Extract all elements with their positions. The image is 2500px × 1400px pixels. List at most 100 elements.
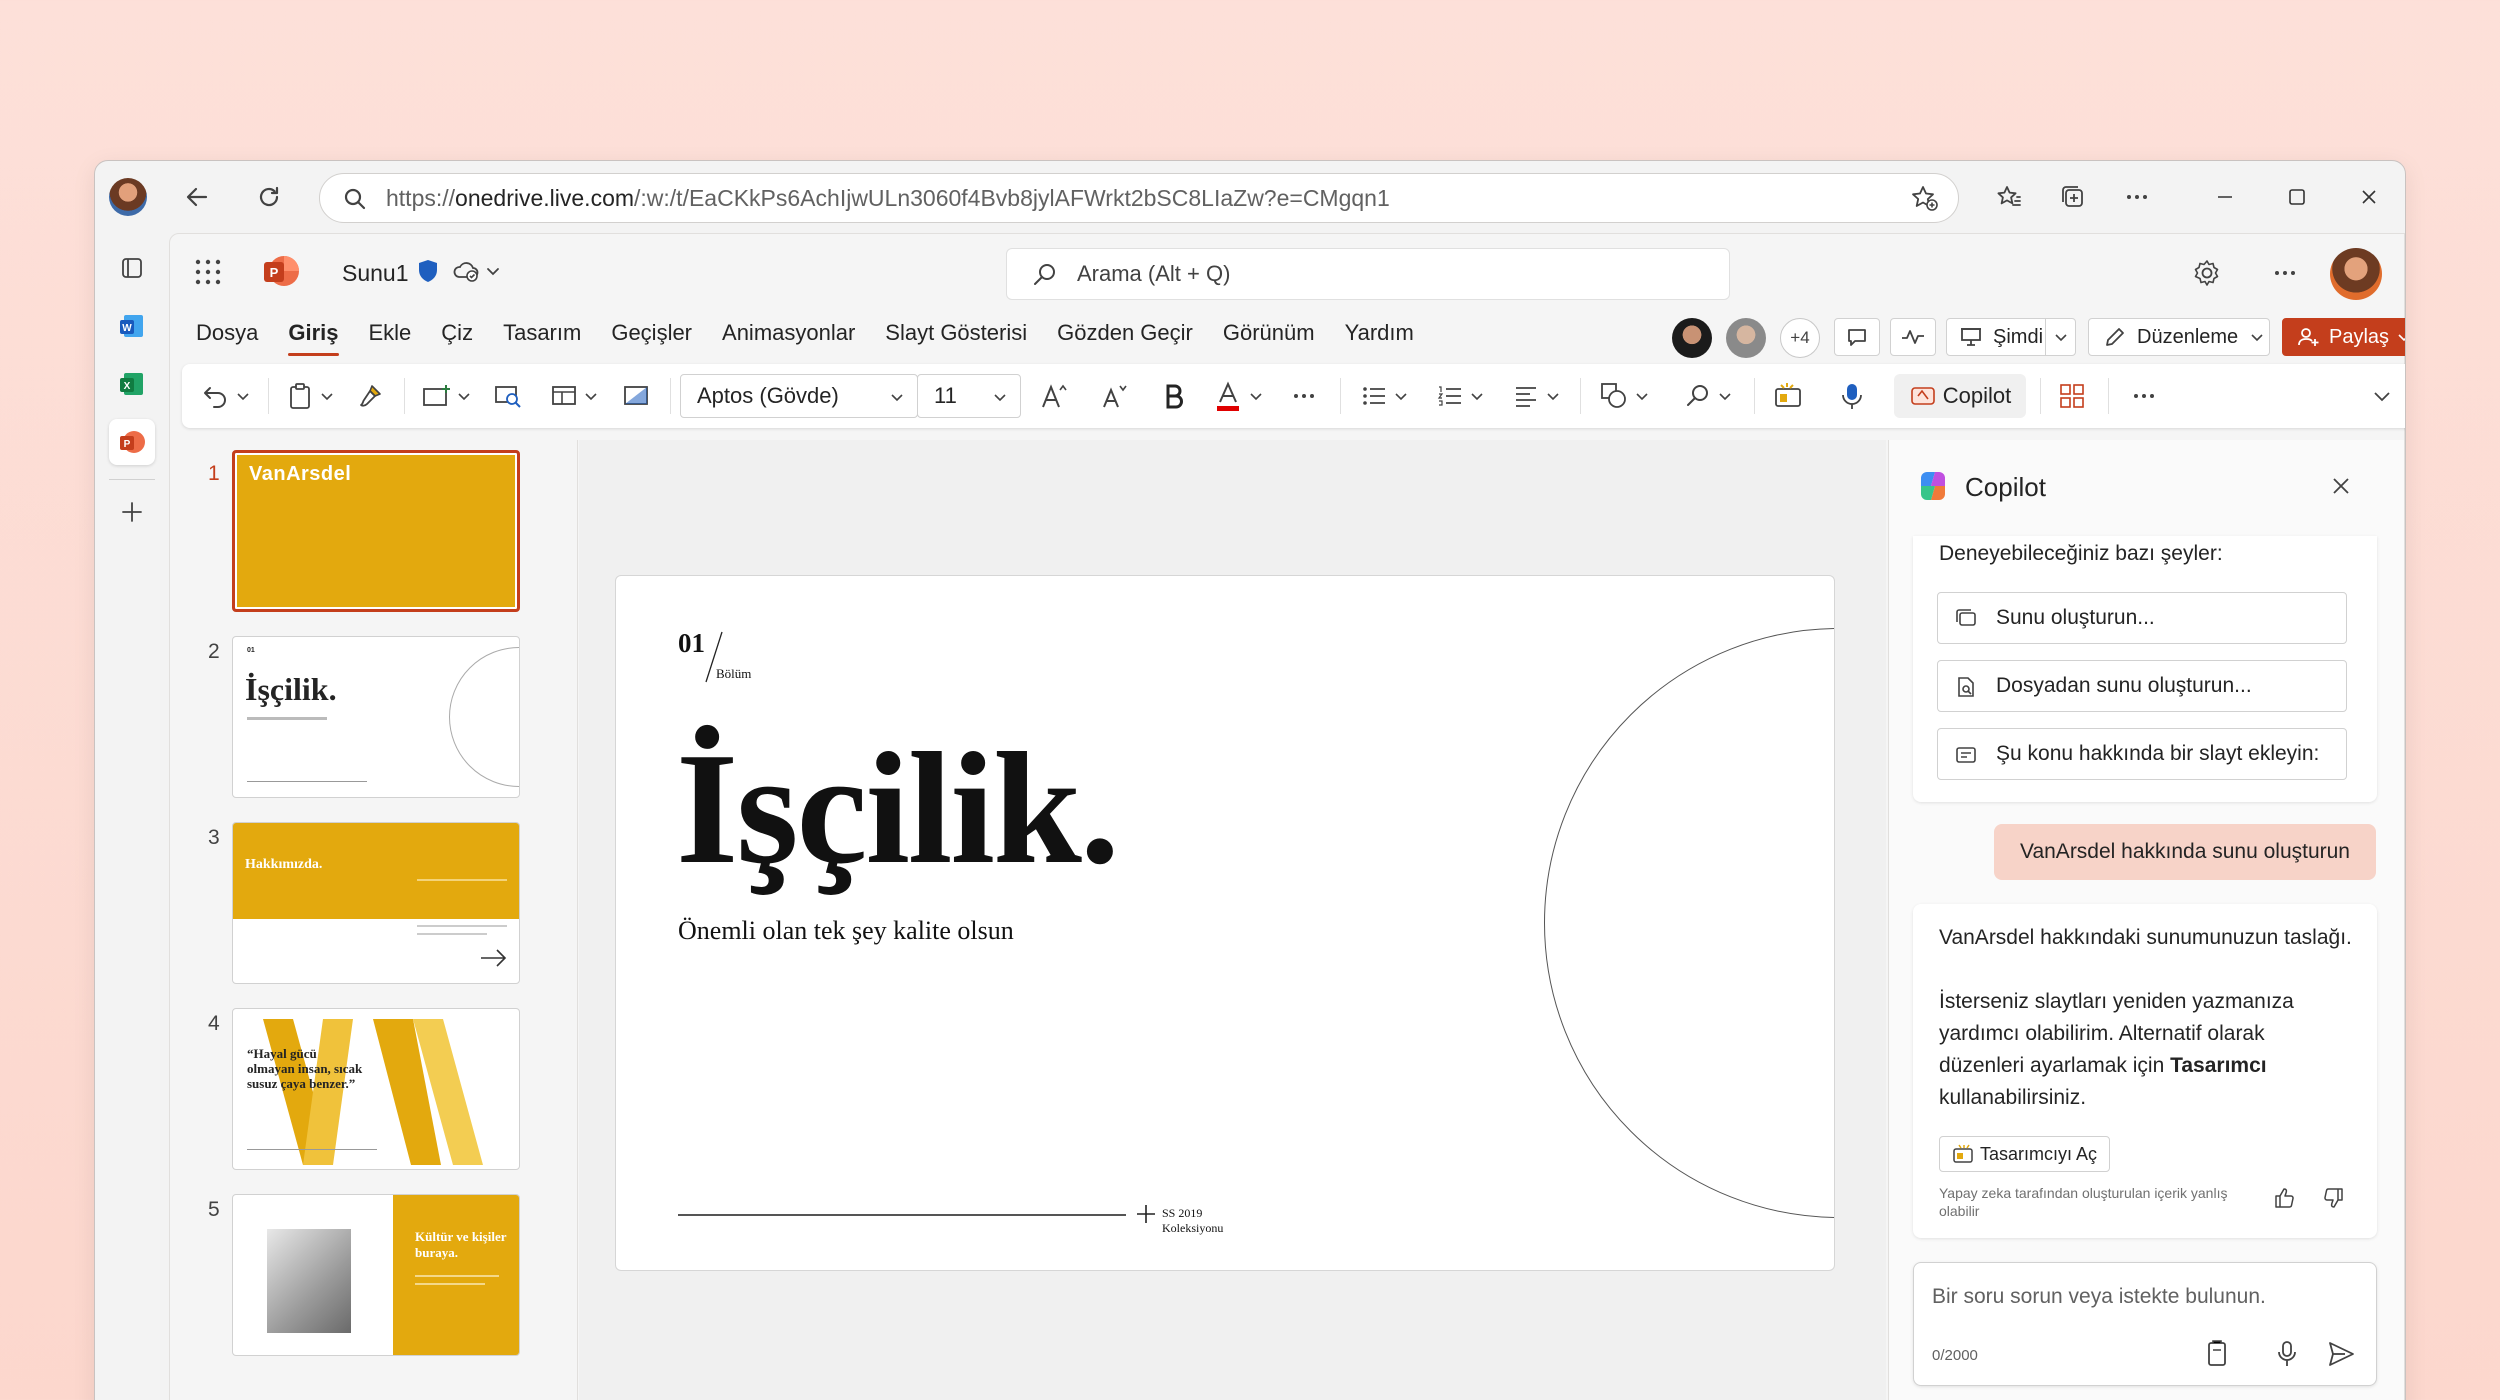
- excel-app-icon[interactable]: X: [109, 361, 155, 407]
- close-icon[interactable]: [2329, 474, 2353, 498]
- layout-button[interactable]: [542, 374, 606, 418]
- tab-tasarim[interactable]: Tasarım: [503, 320, 581, 346]
- bold-button[interactable]: [1152, 374, 1196, 418]
- tab-gozden-gecir[interactable]: Gözden Geçir: [1057, 320, 1193, 346]
- more-font-options-button[interactable]: [1282, 374, 1326, 418]
- share-button[interactable]: Paylaş: [2282, 318, 2405, 356]
- align-left-icon: [1516, 387, 1536, 407]
- favorite-add-icon[interactable]: [1910, 184, 1940, 214]
- search-box[interactable]: Arama (Alt + Q): [1006, 248, 1730, 300]
- editing-mode-button[interactable]: Düzenleme: [2088, 318, 2270, 356]
- chevron-down-icon[interactable]: [2045, 319, 2075, 355]
- slide-thumbnail-4[interactable]: “Hayal gücü olmayan insan, sıcak susuz ç…: [232, 1008, 520, 1170]
- slide-number: 3: [208, 826, 220, 849]
- tab-animasyonlar[interactable]: Animasyonlar: [722, 320, 855, 346]
- refresh-icon[interactable]: [247, 175, 291, 219]
- suggestion-from-file[interactable]: Dosyadan sunu oluşturun...: [1937, 660, 2347, 712]
- slide-editor-canvas: 01 Bölüm İşçilik. Önemli olan tek şey ka…: [579, 440, 1886, 1400]
- circle-graphic[interactable]: [1544, 628, 1834, 1218]
- suggestion-add-slide[interactable]: Şu konu hakkında bir slayt ekleyin:: [1937, 728, 2347, 780]
- copilot-title: Copilot: [1965, 472, 2046, 502]
- comments-button[interactable]: [1834, 318, 1880, 356]
- document-name[interactable]: Sunu1: [342, 260, 409, 287]
- slide-thumbnail-5[interactable]: Kültür ve kişiler buraya.: [232, 1194, 520, 1356]
- paste-button[interactable]: [278, 374, 342, 418]
- copilot-ribbon-button[interactable]: Copilot: [1894, 374, 2026, 418]
- tab-giris[interactable]: Giriş: [288, 320, 339, 356]
- cloud-saved-icon[interactable]: [452, 258, 502, 284]
- minimize-icon[interactable]: [2203, 175, 2247, 219]
- background-button[interactable]: [614, 374, 658, 418]
- thumbs-up-icon[interactable]: [2273, 1186, 2297, 1210]
- tab-ekle[interactable]: Ekle: [369, 320, 412, 346]
- font-name-select[interactable]: Aptos (Gövde): [680, 374, 918, 418]
- copilot-input-box[interactable]: Bir soru sorun veya istekte bulunun. 0/2…: [1913, 1262, 2377, 1386]
- reuse-slides-button[interactable]: [486, 374, 530, 418]
- font-color-button[interactable]: [1206, 374, 1270, 418]
- shapes-button[interactable]: [1592, 374, 1656, 418]
- font-size-select[interactable]: 11: [917, 374, 1021, 418]
- shrink-font-button[interactable]: [1092, 374, 1136, 418]
- thumb-title: İşçilik.: [245, 671, 337, 707]
- thumbs-down-icon[interactable]: [2321, 1186, 2345, 1210]
- chat-input-placeholder[interactable]: Bir soru sorun veya istekte bulunun.: [1932, 1285, 2266, 1309]
- find-button[interactable]: [1676, 374, 1740, 418]
- settings-gear-icon[interactable]: [2192, 258, 2222, 288]
- slide-thumbnail-3[interactable]: Hakkımızda.: [232, 822, 520, 984]
- add-icon[interactable]: [109, 489, 155, 535]
- open-designer-button[interactable]: Tasarımcıyı Aç: [1939, 1136, 2111, 1172]
- powerpoint-app-icon[interactable]: P: [109, 419, 155, 465]
- favorites-icon[interactable]: [1987, 175, 2031, 219]
- more-icon[interactable]: [2115, 175, 2159, 219]
- maximize-icon[interactable]: [2275, 175, 2319, 219]
- slide-title[interactable]: İşçilik.: [676, 728, 1120, 888]
- close-window-icon[interactable]: [2347, 175, 2391, 219]
- collections-icon[interactable]: [2051, 175, 2095, 219]
- designer-icon: [1953, 1144, 1973, 1163]
- brush-icon: [360, 385, 381, 407]
- more-commands-button[interactable]: [2122, 374, 2166, 418]
- tab-dosya[interactable]: Dosya: [196, 320, 258, 346]
- designer-button[interactable]: [1766, 374, 1810, 418]
- word-app-icon[interactable]: W: [109, 303, 155, 349]
- slide-number: 1: [208, 462, 220, 485]
- bullets-button[interactable]: [1352, 374, 1416, 418]
- tab-gecisler[interactable]: Geçişler: [611, 320, 692, 346]
- dictate-button[interactable]: [1830, 374, 1874, 418]
- tabs-icon[interactable]: [109, 245, 155, 291]
- microphone-icon[interactable]: [2274, 1339, 2300, 1369]
- tab-gorunum[interactable]: Görünüm: [1223, 320, 1315, 346]
- slide-subtitle[interactable]: Önemli olan tek şey kalite olsun: [678, 916, 1014, 946]
- user-avatar[interactable]: [2330, 248, 2382, 300]
- address-bar[interactable]: https://onedrive.live.com/:w:/t/EaCKkPs6…: [319, 173, 1959, 223]
- suggestion-create-presentation[interactable]: Sunu oluşturun...: [1937, 592, 2347, 644]
- more-options-icon[interactable]: [2270, 258, 2300, 288]
- slide-thumbnail-1[interactable]: VanArsdel: [232, 450, 520, 612]
- slide-thumbnail-2[interactable]: 01 İşçilik.: [232, 636, 520, 798]
- ribbon-expand-button[interactable]: [2360, 374, 2404, 418]
- prompts-icon[interactable]: [2204, 1339, 2230, 1369]
- align-button[interactable]: [1504, 374, 1568, 418]
- add-ins-button[interactable]: [2050, 374, 2094, 418]
- back-icon[interactable]: [175, 175, 219, 219]
- undo-button[interactable]: [194, 374, 258, 418]
- powerpoint-app: P Sunu1 Arama (Alt + Q) Dosya Giriş Ekle…: [169, 233, 2405, 1400]
- numbering-button[interactable]: [1428, 374, 1492, 418]
- url-prefix: https://: [386, 184, 456, 211]
- app-launcher-icon[interactable]: [190, 254, 226, 290]
- format-painter-button[interactable]: [348, 374, 392, 418]
- current-slide[interactable]: 01 Bölüm İşçilik. Önemli olan tek şey ka…: [615, 575, 1835, 1271]
- profile-avatar[interactable]: [109, 178, 147, 216]
- send-icon[interactable]: [2326, 1339, 2356, 1369]
- collaborator-avatar[interactable]: [1672, 318, 1712, 358]
- more-collaborators-badge[interactable]: +4: [1780, 318, 1820, 358]
- response-line-1: VanArsdel hakkındaki sunumunuzun taslağı…: [1939, 926, 2352, 949]
- tab-ciz[interactable]: Çiz: [441, 320, 473, 346]
- tab-slayt-gosterisi[interactable]: Slayt Gösterisi: [885, 320, 1027, 346]
- activity-button[interactable]: [1890, 318, 1936, 356]
- present-button[interactable]: Şimdi: [1946, 318, 2076, 356]
- collaborator-avatar[interactable]: [1726, 318, 1766, 358]
- grow-font-button[interactable]: [1032, 374, 1076, 418]
- new-slide-button[interactable]: [414, 374, 478, 418]
- tab-yardim[interactable]: Yardım: [1345, 320, 1414, 346]
